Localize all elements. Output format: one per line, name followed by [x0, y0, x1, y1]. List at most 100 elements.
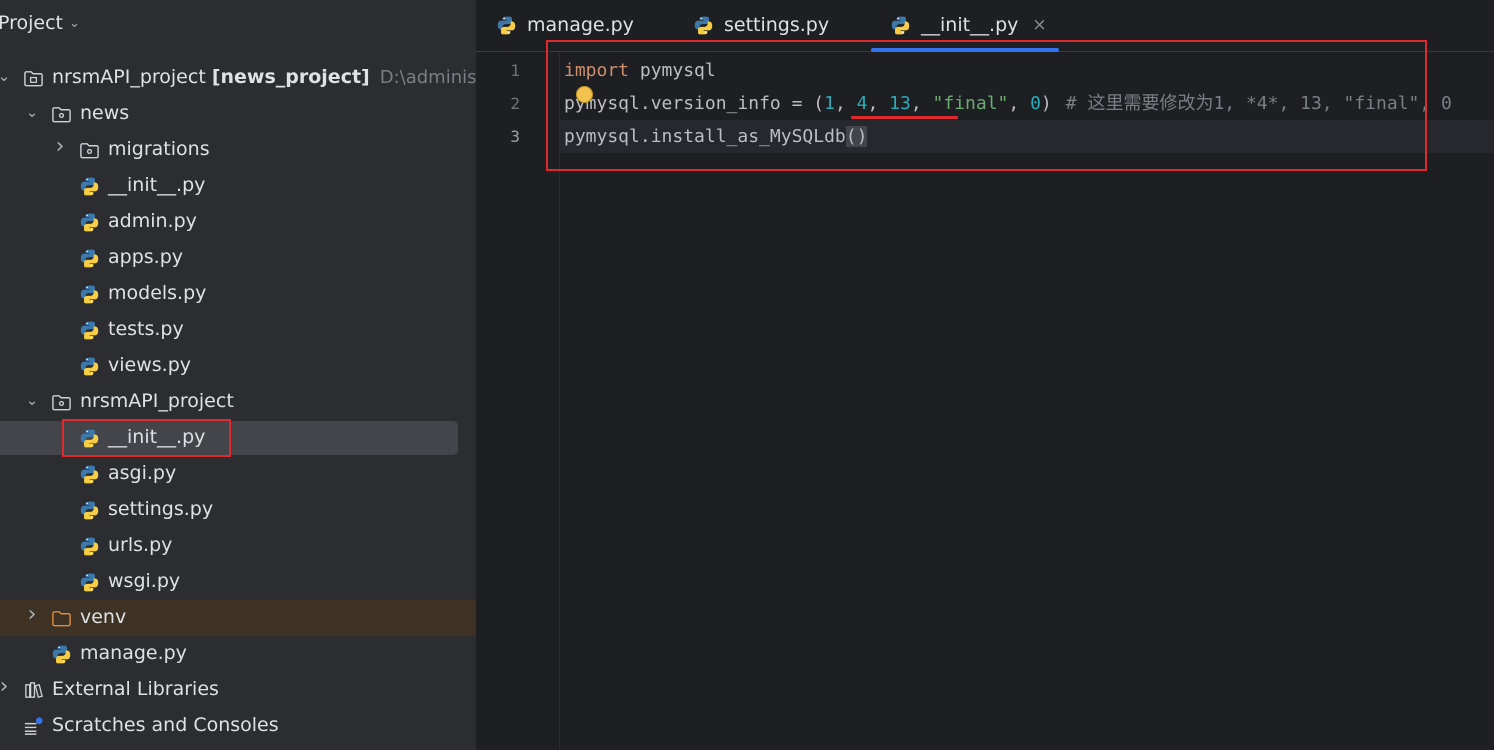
matched-paren-token: () — [845, 126, 868, 147]
code-token: , — [834, 93, 857, 114]
line-number: 1 — [510, 61, 520, 80]
tree-item[interactable]: __init__.py — [0, 420, 476, 456]
code-token: , — [1008, 93, 1031, 114]
project-tool-window: Project ⌄ ⌄ nrsmAPI_project [news_project… — [0, 0, 476, 750]
tree-item-label: views.py — [108, 354, 191, 376]
python-file-icon — [79, 284, 100, 305]
tree-item-label: __init__.py — [108, 174, 205, 196]
chevron-right-icon[interactable]: › — [24, 602, 40, 627]
tab-manage-py[interactable]: manage.py — [496, 0, 634, 50]
tree-item-label: External Libraries — [52, 678, 219, 700]
tree-item-name: wsgi.py — [108, 570, 181, 592]
editor-tab-bar: manage.py settings.py __init__.py × — [476, 0, 1494, 52]
line-number-gutter: 1 2 3 — [476, 53, 560, 750]
chevron-down-icon[interactable]: ⌄ — [24, 391, 40, 409]
tree-item-label: venv — [80, 606, 126, 628]
number-token: 13 — [889, 93, 911, 114]
tree-item-label: asgi.py — [108, 462, 176, 484]
tree-item-name: views.py — [108, 354, 191, 376]
tree-item-label: tests.py — [108, 318, 184, 340]
tree-item-label: admin.py — [108, 210, 197, 232]
number-token: 1 — [824, 93, 835, 114]
tree-item-name: nrsmAPI_project — [52, 66, 206, 88]
excluded-folder-icon — [52, 611, 71, 627]
tree-item-name: apps.py — [108, 246, 184, 268]
tree-item-label: nrsmAPI_project [news_project] D:\adminis… — [52, 66, 476, 88]
tree-item[interactable]: manage.py — [0, 636, 476, 672]
tree-item[interactable]: › migrations — [0, 132, 476, 168]
tree-item[interactable]: ⌄ nrsmAPI_project — [0, 384, 476, 420]
ide-window: Project ⌄ ⌄ nrsmAPI_project [news_project… — [0, 0, 1494, 750]
chevron-down-icon[interactable]: ⌄ — [0, 67, 12, 85]
code-line-3: pymysql.install_as_MySQLdb() — [564, 120, 868, 153]
tree-item-name: __init__.py — [108, 426, 206, 448]
tree-item-label: migrations — [108, 138, 210, 160]
package-folder-icon — [52, 395, 71, 411]
code-token: pymysql.install_as_MySQLdb — [564, 126, 846, 147]
tree-item[interactable]: __init__.py — [0, 168, 476, 204]
python-file-icon — [79, 176, 100, 197]
tree-item-name: __init__.py — [108, 174, 206, 196]
tree-item-name: Scratches and Consoles — [52, 714, 279, 736]
chevron-down-icon[interactable]: ⌄ — [24, 103, 40, 121]
chevron-right-icon[interactable]: › — [52, 134, 68, 159]
tree-item-name: tests.py — [108, 318, 184, 340]
python-file-icon — [79, 464, 100, 485]
tab-init-py[interactable]: __init__.py × — [890, 0, 1047, 50]
chevron-right-icon[interactable]: › — [0, 674, 12, 699]
string-token: "final" — [932, 93, 1009, 114]
tab-label: __init__.py — [921, 14, 1019, 36]
code-token: , — [867, 93, 890, 114]
tree-item[interactable]: urls.py — [0, 528, 476, 564]
code-line-1: import pymysql — [564, 54, 716, 87]
python-file-icon — [51, 644, 72, 665]
tree-item-name: urls.py — [108, 534, 173, 556]
line-number: 3 — [510, 127, 520, 146]
tree-item[interactable]: models.py — [0, 276, 476, 312]
tree-item[interactable]: admin.py — [0, 204, 476, 240]
tree-item[interactable]: ⌄ nrsmAPI_project [news_project] D:\admini… — [0, 60, 476, 96]
tree-item-name: migrations — [108, 138, 210, 160]
tree-item-name: news — [80, 102, 130, 124]
lightbulb-icon[interactable] — [576, 86, 593, 103]
tree-item-name: manage.py — [80, 642, 187, 664]
tree-item[interactable]: asgi.py — [0, 456, 476, 492]
external-libraries-icon — [25, 682, 43, 698]
python-file-icon — [79, 212, 100, 233]
scratches-icon — [24, 717, 43, 735]
tree-item-name: External Libraries — [52, 678, 219, 700]
tree-item-name: settings.py — [108, 498, 214, 520]
python-file-icon — [79, 572, 100, 593]
project-view-selector[interactable]: Project ⌄ — [0, 8, 80, 38]
tree-item[interactable]: apps.py — [0, 240, 476, 276]
tree-item[interactable]: views.py — [0, 348, 476, 384]
python-file-icon — [496, 15, 517, 36]
project-view-title: Project — [0, 12, 64, 34]
tree-item[interactable]: tests.py — [0, 312, 476, 348]
tree-item[interactable]: Scratches and Consoles — [0, 708, 476, 744]
python-file-icon — [693, 15, 714, 36]
tree-item[interactable]: wsgi.py — [0, 564, 476, 600]
number-token: 4 — [856, 93, 868, 114]
tree-item-name: venv — [80, 606, 127, 628]
tree-item-label: wsgi.py — [108, 570, 180, 592]
tree-item-name: admin.py — [108, 210, 197, 232]
project-name-label: [news_project] — [211, 66, 370, 88]
python-file-icon — [890, 15, 911, 36]
tree-item-label: manage.py — [80, 642, 187, 664]
tree-item-label: nrsmAPI_project — [80, 390, 234, 412]
code-token: , — [910, 93, 933, 114]
tree-item-label: models.py — [108, 282, 206, 304]
tree-item[interactable]: › venv — [0, 600, 476, 636]
tree-item-name: nrsmAPI_project — [80, 390, 234, 412]
tree-item-name: asgi.py — [108, 462, 177, 484]
tree-item[interactable]: settings.py — [0, 492, 476, 528]
editor-area: manage.py settings.py __init__.py × 1 2 … — [476, 0, 1494, 750]
tab-settings-py[interactable]: settings.py — [693, 0, 829, 50]
tree-item-label: urls.py — [108, 534, 172, 556]
tree-item[interactable]: ⌄ news — [0, 96, 476, 132]
close-tab-icon[interactable]: × — [1032, 15, 1046, 35]
tree-item[interactable]: › External Libraries — [0, 672, 476, 708]
comment-token: # 这里需要修改为1, *4*, 13, "final", 0 — [1065, 93, 1452, 114]
tab-label: settings.py — [724, 14, 830, 36]
